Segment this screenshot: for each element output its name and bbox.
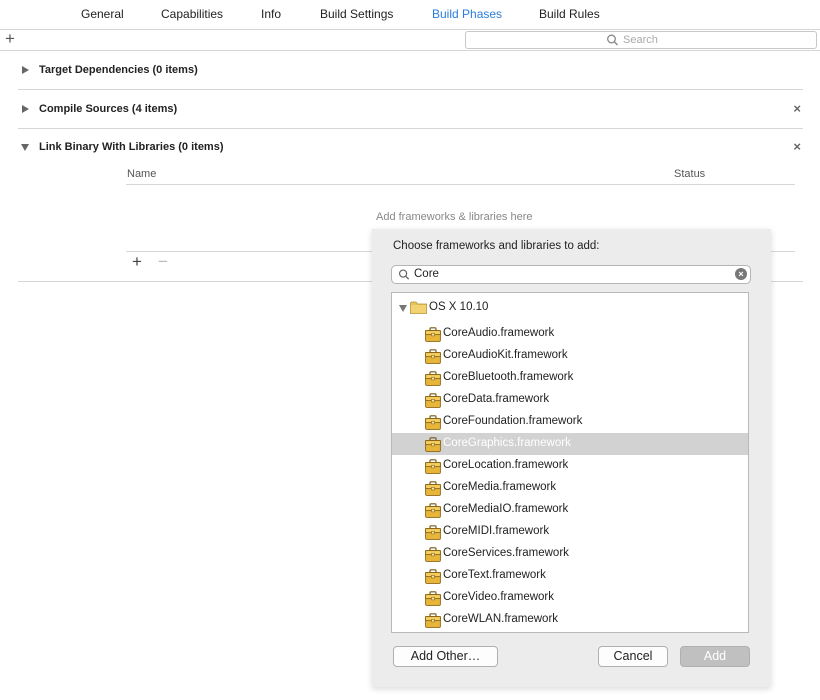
- clear-search-icon[interactable]: ×: [735, 268, 747, 280]
- framework-row[interactable]: CoreMIDI.framework: [392, 521, 748, 543]
- sdk-group-row[interactable]: OS X 10.10: [392, 299, 748, 317]
- phase-title: Compile Sources (4 items): [39, 103, 178, 115]
- framework-label: CoreData.framework: [443, 393, 550, 405]
- add-library-button[interactable]: +: [132, 252, 142, 272]
- framework-label: CoreWLAN.framework: [443, 613, 559, 625]
- cancel-button[interactable]: Cancel: [598, 646, 668, 667]
- toolbox-icon: [425, 481, 441, 496]
- remove-library-button[interactable]: −: [158, 252, 168, 272]
- framework-row[interactable]: CoreAudio.framework: [392, 323, 748, 345]
- toolbox-icon: [425, 415, 441, 430]
- add-other-button[interactable]: Add Other…: [393, 646, 498, 667]
- toolbox-icon: [425, 349, 441, 364]
- framework-row[interactable]: CoreVideo.framework: [392, 587, 748, 609]
- delete-phase-icon[interactable]: ×: [793, 101, 801, 116]
- framework-label: CoreFoundation.framework: [443, 415, 583, 427]
- tab-build-rules[interactable]: Build Rules: [539, 7, 600, 21]
- framework-row[interactable]: CoreText.framework: [392, 565, 748, 587]
- framework-label: CoreMIDI.framework: [443, 525, 550, 537]
- framework-row[interactable]: CoreWLAN.framework: [392, 609, 748, 631]
- search-placeholder: Search: [623, 34, 658, 46]
- tab-bar: General Capabilities Info Build Settings…: [0, 0, 820, 30]
- toolbox-icon: [425, 393, 441, 408]
- framework-label: CoreAudioKit.framework: [443, 349, 568, 361]
- framework-row[interactable]: CoreData.framework: [392, 389, 748, 411]
- toolbox-icon: [425, 503, 441, 518]
- column-name[interactable]: Name: [127, 168, 156, 180]
- tab-info[interactable]: Info: [261, 7, 281, 21]
- phase-title: Target Dependencies (0 items): [39, 64, 198, 76]
- tab-build-settings[interactable]: Build Settings: [320, 7, 393, 21]
- disclosure-triangle-icon[interactable]: [399, 305, 407, 312]
- search-icon: [398, 269, 410, 280]
- phases-toolbar: + Search: [0, 29, 820, 51]
- toolbox-icon: [425, 371, 441, 386]
- toolbox-icon: [425, 327, 441, 342]
- sdk-group-label: OS X 10.10: [429, 301, 489, 313]
- toolbox-icon: [425, 437, 441, 452]
- disclosure-triangle-icon[interactable]: [22, 105, 29, 113]
- framework-row[interactable]: CoreMediaIO.framework: [392, 499, 748, 521]
- toolbox-icon: [425, 525, 441, 540]
- toolbox-icon: [425, 459, 441, 474]
- toolbox-icon: [425, 547, 441, 562]
- empty-list-hint: Add frameworks & libraries here: [376, 211, 533, 223]
- framework-search-field[interactable]: Core ×: [391, 265, 751, 284]
- toolbox-icon: [425, 569, 441, 584]
- delete-phase-icon[interactable]: ×: [793, 139, 801, 154]
- phase-compile-sources[interactable]: Compile Sources (4 items) ×: [18, 90, 803, 129]
- add-build-phase-button[interactable]: +: [5, 29, 15, 49]
- framework-list[interactable]: OS X 10.10 CoreAudio.framework CoreAudioK…: [391, 292, 749, 633]
- choose-frameworks-sheet: Choose frameworks and libraries to add: …: [372, 229, 771, 687]
- framework-row[interactable]: CoreLocation.framework: [392, 455, 748, 477]
- framework-row[interactable]: CoreAudioKit.framework: [392, 345, 748, 367]
- framework-label: CoreServices.framework: [443, 547, 569, 559]
- phase-target-dependencies[interactable]: Target Dependencies (0 items): [18, 51, 803, 90]
- disclosure-triangle-icon[interactable]: [21, 144, 29, 151]
- framework-row[interactable]: CoreFoundation.framework: [392, 411, 748, 433]
- framework-label: CoreMedia.framework: [443, 481, 557, 493]
- tab-general[interactable]: General: [81, 7, 124, 21]
- phase-search-field[interactable]: Search: [465, 31, 817, 49]
- framework-row[interactable]: CoreBluetooth.framework: [392, 367, 748, 389]
- libraries-table-header: Name Status: [126, 167, 795, 185]
- tab-build-phases[interactable]: Build Phases: [432, 7, 502, 21]
- framework-row[interactable]: CoreGraphics.framework: [392, 433, 748, 455]
- column-status[interactable]: Status: [674, 168, 705, 180]
- sheet-prompt: Choose frameworks and libraries to add:: [393, 240, 600, 252]
- add-button[interactable]: Add: [680, 646, 750, 667]
- framework-label: CoreText.framework: [443, 569, 546, 581]
- framework-label: CoreAudio.framework: [443, 327, 555, 339]
- framework-label: CoreLocation.framework: [443, 459, 569, 471]
- tab-capabilities[interactable]: Capabilities: [161, 7, 223, 21]
- disclosure-triangle-icon[interactable]: [22, 66, 29, 74]
- search-icon: [607, 34, 618, 46]
- framework-label: CoreGraphics.framework: [443, 437, 571, 449]
- folder-icon: [410, 301, 427, 314]
- framework-label: CoreBluetooth.framework: [443, 371, 574, 383]
- framework-row[interactable]: CoreMedia.framework: [392, 477, 748, 499]
- toolbox-icon: [425, 613, 441, 628]
- toolbox-icon: [425, 591, 441, 606]
- framework-row[interactable]: CoreServices.framework: [392, 543, 748, 565]
- framework-label: CoreVideo.framework: [443, 591, 555, 603]
- phase-title: Link Binary With Libraries (0 items): [39, 141, 224, 153]
- framework-label: CoreMediaIO.framework: [443, 503, 569, 515]
- search-value: Core: [414, 268, 439, 280]
